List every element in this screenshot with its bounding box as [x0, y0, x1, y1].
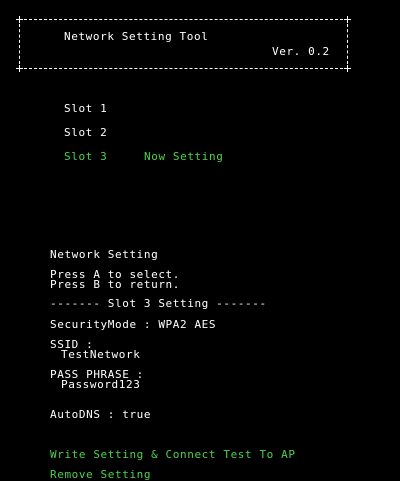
header-bottom-border: [24, 68, 343, 69]
panel-heading: Network Setting: [50, 248, 159, 261]
slot-item-3[interactable]: Slot 3: [64, 151, 107, 163]
slot-item-2[interactable]: Slot 2: [64, 127, 107, 139]
header-corner-br: [344, 65, 351, 72]
slot-item-3-status: Now Setting: [144, 150, 224, 163]
remove-setting-button[interactable]: Remove Setting: [50, 469, 151, 481]
header-corner-tr: [344, 16, 351, 23]
security-mode-field[interactable]: SecurityMode : WPA2 AES: [50, 319, 216, 331]
header-top-border: [24, 19, 343, 20]
slot-item-1[interactable]: Slot 1: [64, 103, 107, 115]
header-left-border: [19, 24, 20, 64]
help-return-text: Press B to return.: [50, 278, 181, 291]
auto-dns-field[interactable]: AutoDNS : true: [50, 409, 151, 421]
write-connect-button[interactable]: Write Setting & Connect Test To AP: [50, 449, 296, 461]
version-label: Ver. 0.2: [272, 45, 330, 58]
pass-phrase-value[interactable]: Password123: [61, 379, 140, 391]
header-right-border: [347, 24, 348, 64]
header-corner-tl: [16, 16, 23, 23]
section-title: ------- Slot 3 Setting -------: [50, 297, 267, 310]
ssid-value[interactable]: TestNetwork: [61, 349, 140, 361]
header-corner-bl: [16, 65, 23, 72]
app-title: Network Setting Tool: [64, 30, 209, 43]
